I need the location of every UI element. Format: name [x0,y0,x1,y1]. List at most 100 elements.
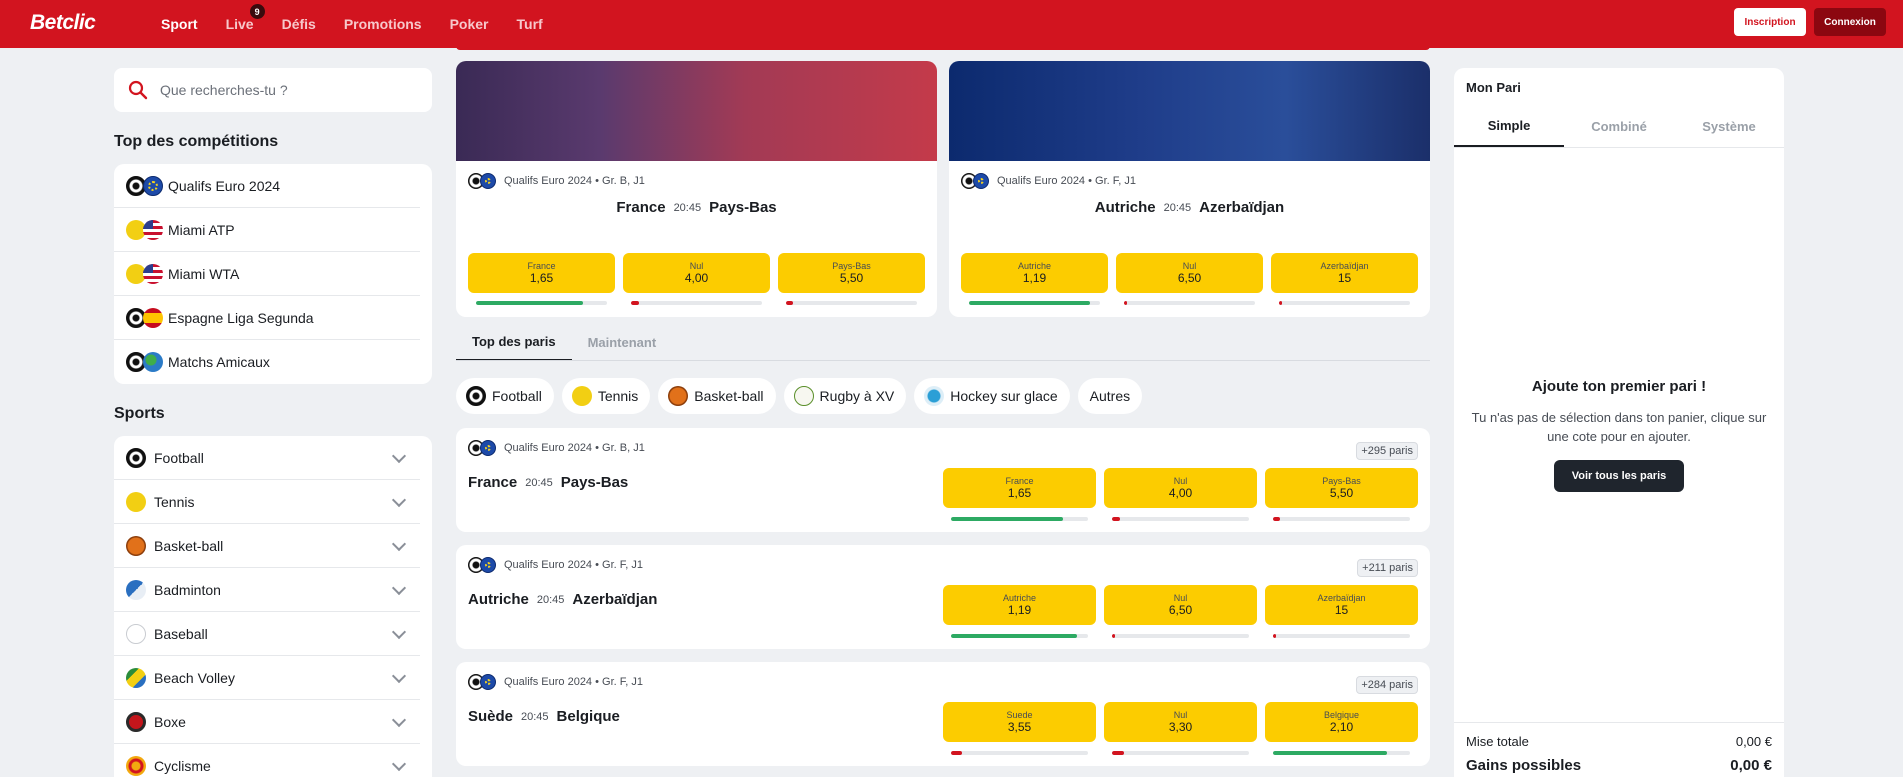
soccer-ball-icon [466,386,486,406]
odd-button[interactable]: Nul 4,00 [1104,468,1257,508]
odds-share-bars [951,517,1410,521]
nav-promotions[interactable]: Promotions [344,16,422,32]
sport-item-basketball[interactable]: Basket-ball [114,524,420,568]
search-input[interactable] [160,82,420,98]
share-bar [951,751,1088,755]
paris-count-badge[interactable]: +211 paris [1357,559,1418,577]
search-box[interactable] [114,68,432,112]
chevron-down-icon[interactable] [391,448,407,463]
world-icon [143,352,163,372]
odd-button[interactable]: Autriche 1,19 [943,585,1096,625]
odd-label: Pays-Bas [1322,476,1361,486]
competition-item[interactable]: Miami ATP [114,208,420,252]
paris-count-badge[interactable]: +295 paris [1356,442,1418,460]
login-button[interactable]: Connexion [1814,8,1886,36]
chevron-down-icon[interactable] [391,624,407,639]
usa-flag-icon [143,263,163,284]
odd-button[interactable]: Nul 6,50 [1116,253,1263,293]
betclic-logo[interactable]: Betclic [30,11,96,35]
paris-count-badge[interactable]: +284 paris [1356,676,1418,694]
odd-button[interactable]: Azerbaïdjan 15 [1271,253,1418,293]
odd-button[interactable]: Azerbaïdjan 15 [1265,585,1418,625]
volleyball-icon [126,667,146,688]
odd-label: Autriche [1017,261,1052,271]
chevron-down-icon[interactable] [391,756,407,771]
home-team: France [468,474,518,491]
away-team: Belgique [556,708,620,725]
odd-button[interactable]: Autriche 1,19 [961,253,1108,293]
chip-rugby[interactable]: Rugby à XV [783,378,907,414]
odd-button[interactable]: Nul 6,50 [1104,585,1257,625]
tab-systeme[interactable]: Système [1674,106,1784,147]
odd-button[interactable]: Suede 3,55 [943,702,1096,742]
odd-button[interactable]: Belgique 2,10 [1265,702,1418,742]
tab-combine[interactable]: Combiné [1564,106,1674,147]
europe-flag-icon [973,173,989,189]
chip-autres[interactable]: Autres [1077,378,1143,414]
nav-live[interactable]: Live 9 [226,4,265,32]
competition-item[interactable]: Qualifs Euro 2024 [114,164,420,208]
bets-tabs: Top des paris Maintenant [456,323,672,361]
match-teams: France 20:45 Pays-Bas [456,199,937,216]
match-time: 20:45 [525,476,553,489]
tab-simple[interactable]: Simple [1454,106,1564,147]
featured-match-image [949,61,1430,161]
chevron-down-icon[interactable] [391,580,407,595]
odd-value: 2,10 [1329,720,1354,734]
chevron-down-icon[interactable] [391,536,407,551]
odds-row: Suede 3,55 Nul 3,30 Belgique 2,10 [943,702,1418,742]
main-nav: Sport Live 9 Défis Promotions Poker Turf [161,0,543,48]
total-stake-row: Mise totale 0,00 € [1466,734,1772,749]
sport-item-football[interactable]: Football [114,436,420,480]
boxing-glove-icon [126,711,146,732]
sport-item-boxe[interactable]: Boxe [114,700,420,744]
match-time: 20:45 [536,593,565,606]
sport-item-baseball[interactable]: Baseball [114,612,420,656]
chip-tennis[interactable]: Tennis [561,378,651,414]
odd-button[interactable]: Nul 3,30 [1104,702,1257,742]
chevron-down-icon[interactable] [391,668,407,683]
match-card[interactable]: Qualifs Euro 2024 • Gr. B, J1 +295 paris… [456,428,1430,532]
nav-sport[interactable]: Sport [161,16,198,32]
featured-match-card[interactable]: Qualifs Euro 2024 • Gr. F, J1 Autriche 20… [949,61,1430,317]
view-all-bets-button[interactable]: Voir tous les paris [1554,460,1684,492]
signup-button[interactable]: Inscription [1734,8,1806,36]
chip-basketball[interactable]: Basket-ball [658,378,776,414]
chevron-down-icon[interactable] [391,712,407,727]
odd-label: Belgique [1323,710,1360,720]
match-card[interactable]: Qualifs Euro 2024 • Gr. F, J1 +211 paris… [456,545,1430,649]
odd-button[interactable]: Pays-Bas 5,50 [778,253,925,293]
tab-maintenant[interactable]: Maintenant [572,323,673,361]
chevron-down-icon[interactable] [391,492,407,507]
competition-label: Qualifs Euro 2024 [168,177,281,194]
sport-item-beach-volley[interactable]: Beach Volley [114,656,420,700]
odd-button[interactable]: Nul 4,00 [623,253,770,293]
nav-defis[interactable]: Défis [282,16,316,32]
usa-flag-icon [143,219,163,240]
match-card[interactable]: Qualifs Euro 2024 • Gr. F, J1 +284 paris… [456,662,1430,766]
nav-poker[interactable]: Poker [450,16,489,32]
odd-label: Nul [1173,476,1188,486]
odd-label: Nul [1173,710,1188,720]
chip-hockey[interactable]: Hockey sur glace [914,378,1070,414]
sport-item-cyclisme[interactable]: Cyclisme [114,744,420,777]
competition-item[interactable]: Matchs Amicaux [114,340,420,384]
featured-match-card[interactable]: Qualifs Euro 2024 • Gr. B, J1 France 20:4… [456,61,937,317]
competition-item[interactable]: Miami WTA [114,252,420,296]
sport-item-tennis[interactable]: Tennis [114,480,420,524]
odd-button[interactable]: France 1,65 [468,253,615,293]
odd-button[interactable]: Pays-Bas 5,50 [1265,468,1418,508]
odd-value: 4,00 [684,271,709,285]
odd-value: 5,50 [1329,486,1354,500]
share-bar [1273,634,1410,638]
chip-football[interactable]: Football [456,378,554,414]
chip-label: Autres [1089,388,1131,404]
share-bar [1279,301,1410,305]
nav-turf[interactable]: Turf [517,16,543,32]
odd-button[interactable]: France 1,65 [943,468,1096,508]
sport-item-badminton[interactable]: Badminton [114,568,420,612]
odds-share-bars [476,301,917,305]
competition-icons [468,440,500,456]
competition-item[interactable]: Espagne Liga Segunda [114,296,420,340]
tab-top-des-paris[interactable]: Top des paris [456,323,572,361]
